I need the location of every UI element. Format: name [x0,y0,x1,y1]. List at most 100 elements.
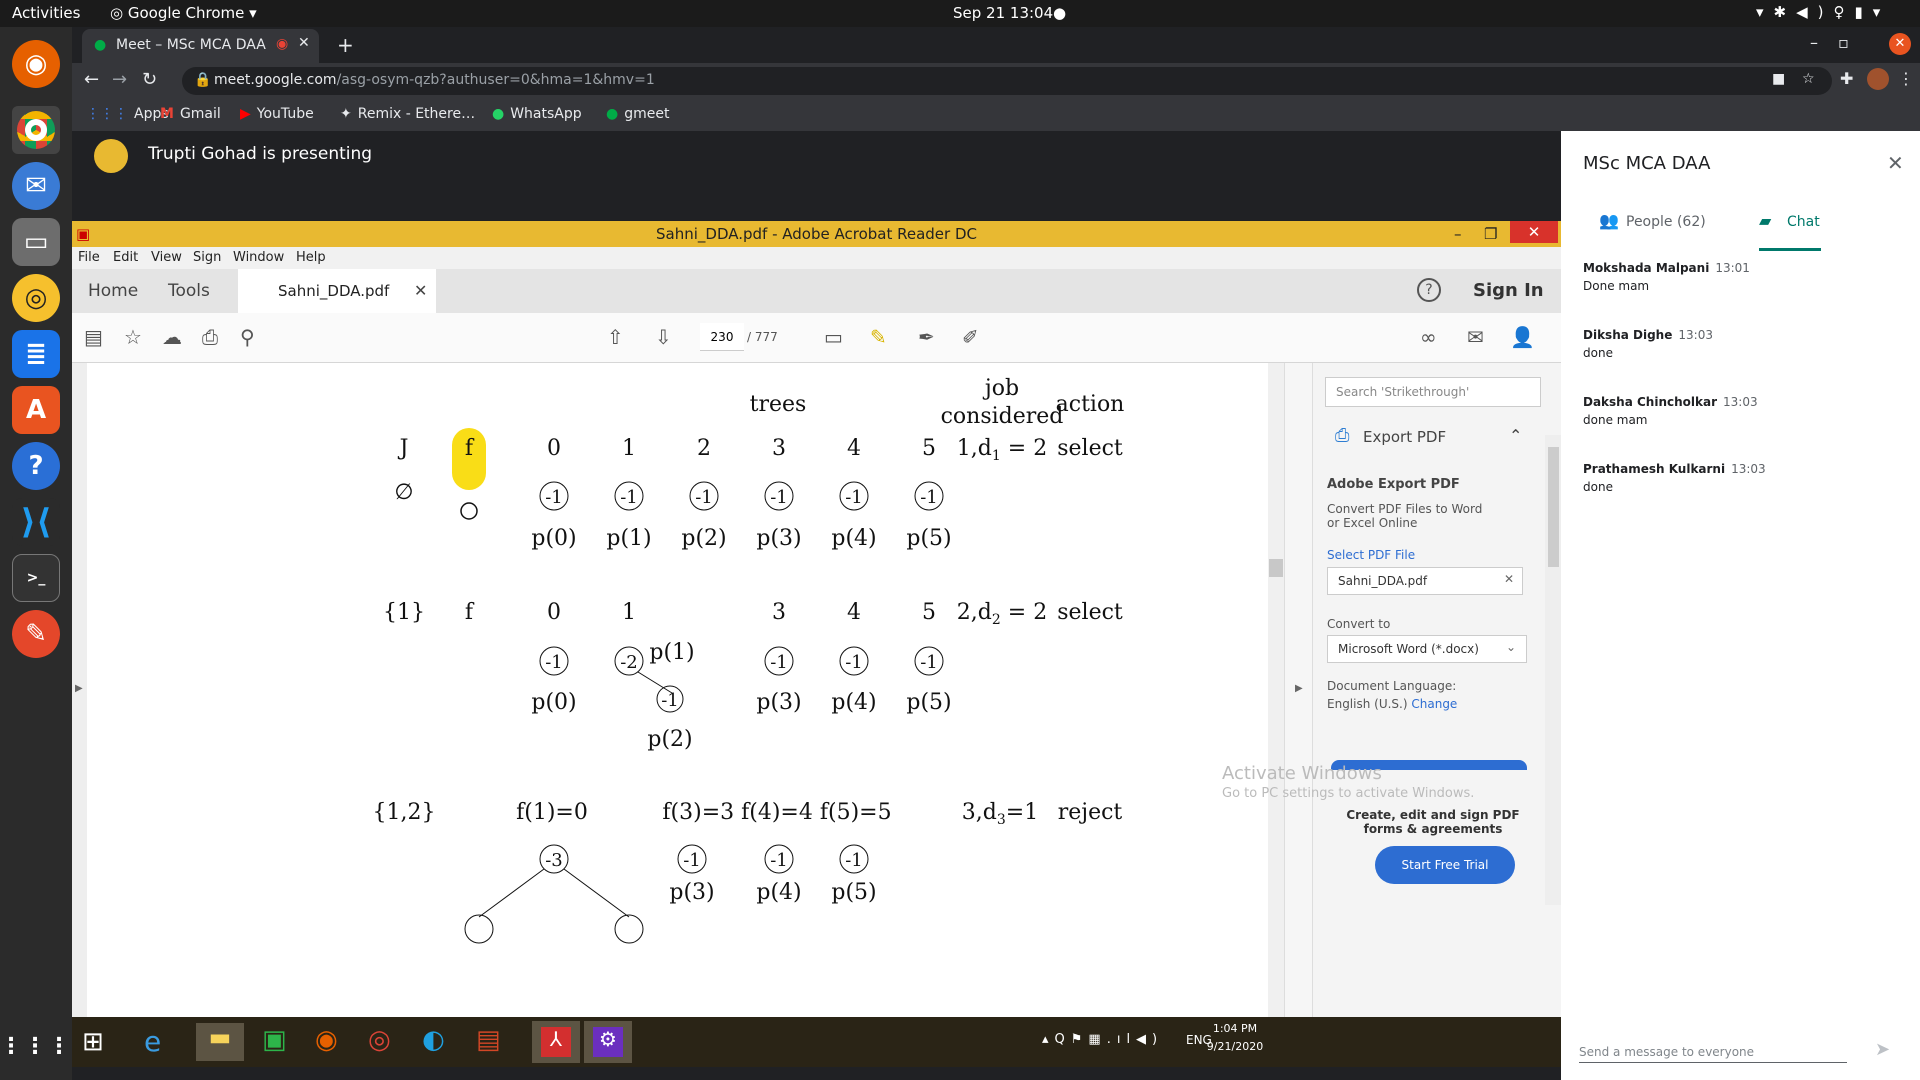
bookmark-remix[interactable]: ✦ Remix - Ethere… [340,106,475,122]
bookmark-gmail[interactable]: M Gmail [160,106,221,122]
office-icon[interactable]: ▤ [476,1025,501,1055]
settings-taskbar-button[interactable]: ⚙ [584,1021,632,1063]
tab-people[interactable]: 👥 People (62) [1561,203,1741,251]
tab-chat[interactable]: ▰ Chat [1741,203,1920,251]
selected-file-field[interactable]: Sahni_DDA.pdf ✕ [1327,567,1523,595]
menu-help[interactable]: Help [296,250,326,265]
profile-avatar[interactable] [1867,68,1889,90]
bookmark-youtube[interactable]: ▶ YouTube [240,106,314,122]
menu-icon[interactable]: ⋮ [1898,69,1914,88]
chat-message-input[interactable]: Send a message to everyone [1579,1035,1847,1063]
forward-icon[interactable]: → [112,69,127,90]
promo-text: Create, edit and sign PDF forms & agreem… [1346,808,1520,836]
right-pane-toggle[interactable]: ▶ [1284,363,1312,1017]
extensions-icon[interactable]: ✚ [1840,69,1853,88]
format-select[interactable]: Microsoft Word (*.docx) ⌄ [1327,635,1527,663]
upload-icon[interactable]: ☁ [162,325,182,349]
document-tab-label: Sahni_DDA.pdf [278,282,390,300]
search-tools-input[interactable]: Search 'Strikethrough' [1325,377,1541,407]
menu-sign[interactable]: Sign [193,250,221,265]
tab-tools[interactable]: Tools [168,281,210,301]
edge-icon[interactable]: ◐ [422,1025,445,1055]
menu-window[interactable]: Window [233,250,284,265]
minimize-icon[interactable]: – [1454,221,1462,247]
export-pdf-header[interactable]: ⎙ Export PDF ⌃ [1313,419,1545,455]
system-tray-icons[interactable]: ▾✱◀)♀▮▾ [1756,3,1890,21]
software-center-icon[interactable]: A [12,386,60,434]
show-apps-icon[interactable]: ⋮⋮⋮ [0,1022,70,1070]
postman-icon[interactable]: ✎ [12,610,60,658]
acrobat-taskbar-button[interactable]: ⅄ [532,1021,580,1063]
change-language-link[interactable]: Change [1411,697,1457,711]
vscode-icon[interactable]: ⟩⟨ [12,498,60,546]
menu-view[interactable]: View [151,250,182,265]
help-circle-icon[interactable]: ? [1417,278,1441,302]
doc-scrollbar[interactable] [1268,363,1284,1017]
firefox-taskbar-icon[interactable]: ◉ [315,1025,338,1055]
clear-file-icon[interactable]: ✕ [1504,572,1514,586]
terminal-icon[interactable]: >_ [12,554,60,602]
select-pdf-file-link[interactable]: Select PDF File [1327,548,1415,562]
page-up-icon[interactable]: ⇧ [607,325,624,349]
bookmark-whatsapp[interactable]: ● WhatsApp [492,106,582,122]
email-icon[interactable]: ✉ [1467,325,1484,349]
close-icon[interactable]: ✕ [1510,221,1558,243]
chevron-up-icon[interactable]: ⌃ [1509,426,1522,445]
format-value: Microsoft Word (*.docx) [1338,642,1479,656]
explorer-icon[interactable]: ▬ [196,1023,244,1061]
back-icon[interactable]: ← [84,69,99,90]
clock[interactable]: Sep 21 13:04 [953,4,1053,22]
share-link-icon[interactable]: ∞ [1420,325,1437,349]
add-user-icon[interactable]: 👤 [1510,325,1535,349]
doc-tab-close-icon[interactable]: ✕ [414,281,427,300]
chrome-app-menu[interactable]: ◎ Google Chrome ▾ [110,4,257,22]
address-bar[interactable]: 🔒 meet.google.com/asg-osym-qzb?authuser=… [182,67,1832,95]
tray-icons[interactable]: ▴Q⚑▦.ıl◀) [1042,1032,1163,1047]
bookmark-star-icon[interactable]: ☆ [1802,71,1815,87]
chrome-taskbar-icon[interactable]: ◎ [368,1025,391,1055]
window-controls[interactable]: –▫ [1810,33,1869,52]
comment-icon[interactable]: ▭ [824,325,843,349]
chrome-icon[interactable] [12,106,60,154]
bookmark-apps[interactable]: ⋮⋮⋮ Apps [86,106,169,122]
tab-home[interactable]: Home [88,281,138,301]
print-icon[interactable]: ⎙ [202,325,218,349]
firefox-icon[interactable]: ◉ [12,40,60,88]
zoom-search-icon[interactable]: ⚲ [240,325,255,349]
edit-icon[interactable]: ✐ [962,325,979,349]
tab-meet[interactable]: ● Meet – MSc MCA DAA ◉ ✕ [82,29,319,63]
windows-start-icon[interactable]: ⊞ [82,1027,104,1057]
send-icon[interactable]: ➤ [1875,1039,1890,1060]
rhythmbox-icon[interactable]: ◎ [12,274,60,322]
new-tab-icon[interactable]: + [337,33,354,57]
r1-J: J [398,436,409,461]
thunderbird-icon[interactable]: ✉ [12,162,60,210]
reload-icon[interactable]: ↻ [142,69,157,90]
ie-icon[interactable]: e [144,1025,161,1058]
bookmark-gmeet[interactable]: ● gmeet [606,106,669,122]
sign-in-button[interactable]: Sign In [1473,280,1544,301]
close-panel-icon[interactable]: ✕ [1887,151,1904,175]
page-down-icon[interactable]: ⇩ [655,325,672,349]
sign-icon[interactable]: ✒ [918,325,935,349]
bookmark-star-icon[interactable]: ☆ [124,325,142,349]
files-icon[interactable]: ▭ [12,218,60,266]
restore-icon[interactable]: ❐ [1484,221,1497,247]
taskbar-date[interactable]: 9/21/2020 [1202,1040,1268,1053]
page-number-input[interactable]: 230 [700,323,744,351]
save-icon[interactable]: ▤ [84,325,103,349]
help-icon[interactable]: ? [12,442,60,490]
tab-document[interactable]: Sahni_DDA.pdf ✕ [238,269,436,313]
menu-file[interactable]: File [78,250,100,265]
writer-icon[interactable]: ≣ [12,330,60,378]
taskbar-time[interactable]: 1:04 PM [1210,1022,1260,1035]
activities-button[interactable]: Activities [12,4,80,22]
start-free-trial-button[interactable]: Start Free Trial [1375,846,1515,884]
pane-scrollbar[interactable] [1545,435,1562,905]
store-icon[interactable]: ▣ [262,1025,287,1055]
tab-close-icon[interactable]: ✕ [298,35,310,51]
window-close-icon[interactable]: ✕ [1889,33,1911,55]
highlight-icon[interactable]: ✎ [870,325,887,349]
menu-edit[interactable]: Edit [113,250,138,265]
camera-icon[interactable]: ■ [1772,71,1785,87]
